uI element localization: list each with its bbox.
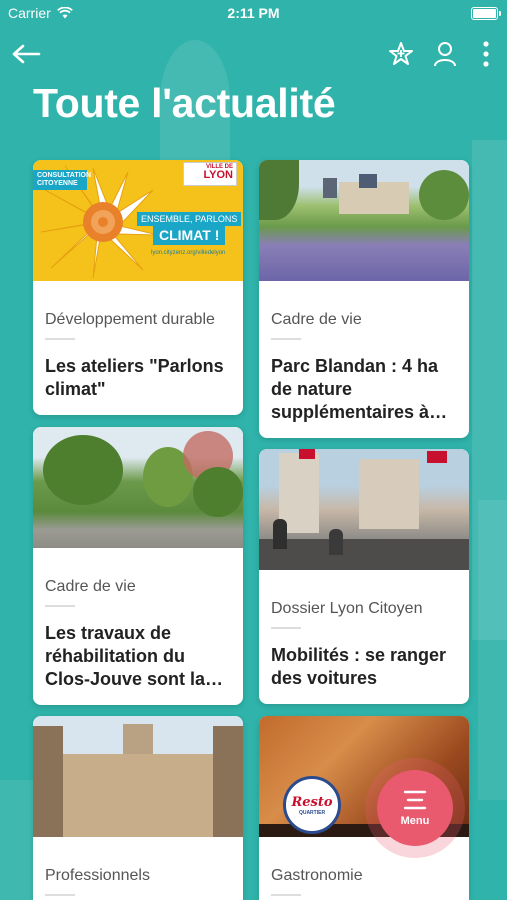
user-icon (434, 42, 456, 67)
card-image-clos-jouve (33, 427, 243, 548)
page-title: Toute l'actualité (33, 80, 336, 126)
climat-headline: CLIMAT ! (153, 225, 226, 245)
card-category: Gastronomie (271, 837, 457, 896)
badge-consultation-label: CONSULTATION CITOYENNE (37, 172, 92, 187)
resto-logo-sub: QUARTIER (298, 809, 326, 816)
card-image-professionnels (33, 716, 243, 837)
card-category: Professionnels (45, 837, 231, 896)
card-category: Cadre de vie (45, 548, 231, 607)
favorites-button[interactable] (383, 36, 419, 72)
card-image-mobilites (259, 449, 469, 570)
card-title (45, 896, 231, 900)
back-button[interactable] (8, 36, 44, 72)
lyon-logo: VILLE DE LYON (183, 162, 237, 186)
climat-url: lyon.cityzenz.org/villedelyon (151, 250, 226, 256)
card-title: Parc Blandan : 4 ha de nature supplément… (271, 356, 448, 422)
resto-quartier-logo: Resto QUARTIER (283, 776, 341, 834)
card-image-parc (259, 160, 469, 281)
card-image-climat: CONSULTATION CITOYENNE VILLE DE LYON ENS… (33, 160, 243, 281)
badge-consultation: CONSULTATION CITOYENNE (33, 170, 91, 190)
lyon-logo-label: LYON (203, 169, 233, 181)
card-title (271, 896, 457, 900)
arrow-left-icon (12, 44, 41, 64)
card-title: Les ateliers "Parlons climat" (45, 356, 224, 399)
card-category: Dossier Lyon Citoyen (271, 570, 457, 629)
profile-button[interactable] (427, 36, 463, 72)
card-category: Développement durable (45, 281, 231, 340)
star-add-icon (389, 42, 413, 65)
news-card[interactable]: Professionnels (33, 716, 243, 900)
clock: 2:11 PM (227, 5, 280, 21)
more-button[interactable] (468, 36, 504, 72)
card-category: Cadre de vie (271, 281, 457, 340)
menu-lines-icon (403, 790, 427, 810)
news-card[interactable]: Cadre de vie Les travaux de réhabilitati… (33, 427, 243, 705)
battery-icon (471, 7, 501, 20)
vertical-dots-icon (483, 41, 489, 67)
card-title: Les travaux de réhabilitation du Clos-Jo… (45, 623, 224, 689)
status-bar: Carrier 2:11 PM (0, 0, 507, 28)
climat-tagline: ENSEMBLE, PARLONS (137, 212, 242, 226)
resto-logo-text: Resto (291, 794, 333, 810)
menu-label: Menu (400, 815, 430, 827)
menu-button[interactable]: Menu (377, 770, 453, 846)
top-nav (0, 36, 507, 72)
news-card[interactable]: Cadre de vie Parc Blandan : 4 ha de natu… (259, 160, 469, 438)
card-title: Mobilités : se ranger des voitures (271, 645, 447, 688)
news-card[interactable]: Dossier Lyon Citoyen Mobilités : se rang… (259, 449, 469, 704)
news-card[interactable]: CONSULTATION CITOYENNE VILLE DE LYON ENS… (33, 160, 243, 415)
